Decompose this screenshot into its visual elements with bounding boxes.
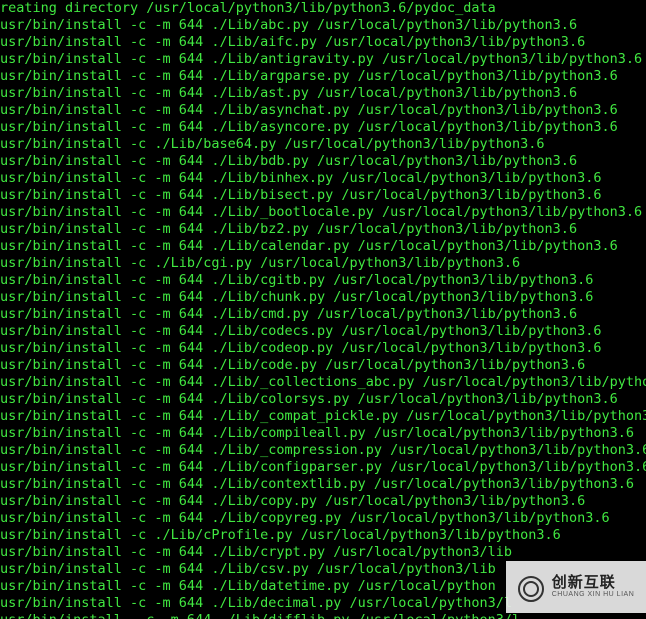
terminal-line: usr/bin/install -c -m 644 ./Lib/code.py … [0,357,646,374]
terminal-line: usr/bin/install -c -m 644 ./Lib/bz2.py /… [0,221,646,238]
watermark-badge: 创新互联 CHUANG XIN HU LIAN [506,561,646,613]
terminal-line: reating directory /usr/local/python3/lib… [0,0,646,17]
terminal-line: usr/bin/install -c -m 644 ./Lib/colorsys… [0,391,646,408]
terminal-line: usr/bin/install -c -m 644 ./Lib/chunk.py… [0,289,646,306]
terminal-line: usr/bin/install -c -m 644 ./Lib/_compres… [0,442,646,459]
terminal-line: usr/bin/install -c -m 644 ./Lib/asyncore… [0,119,646,136]
terminal-line: usr/bin/install -c -m 644 ./Lib/asynchat… [0,102,646,119]
terminal-line: usr/bin/install -c -m 644 ./Lib/antigrav… [0,51,646,68]
terminal-line: usr/bin/install -c -m 644 ./Lib/copyreg.… [0,510,646,527]
watermark-logo-icon [518,573,546,601]
terminal-line: usr/bin/install -c -m 644 ./Lib/argparse… [0,68,646,85]
terminal-line: usr/bin/install -c -m 644 ./Lib/difflib.… [0,612,646,619]
terminal-line: usr/bin/install -c -m 644 ./Lib/copy.py … [0,493,646,510]
terminal-line: usr/bin/install -c -m 644 ./Lib/bdb.py /… [0,153,646,170]
terminal-line: usr/bin/install -c -m 644 ./Lib/_bootloc… [0,204,646,221]
terminal-line: usr/bin/install -c -m 644 ./Lib/configpa… [0,459,646,476]
terminal-line: usr/bin/install -c -m 644 ./Lib/bisect.p… [0,187,646,204]
watermark-text-cn: 创新互联 [552,575,635,592]
terminal-output: reating directory /usr/local/python3/lib… [0,0,646,619]
watermark-text-en: CHUANG XIN HU LIAN [552,591,635,599]
terminal-line: usr/bin/install -c -m 644 ./Lib/aifc.py … [0,34,646,51]
terminal-line: usr/bin/install -c -m 644 ./Lib/cmd.py /… [0,306,646,323]
terminal-line: usr/bin/install -c -m 644 ./Lib/contextl… [0,476,646,493]
terminal-line: usr/bin/install -c -m 644 ./Lib/ast.py /… [0,85,646,102]
terminal-line: usr/bin/install -c ./Lib/cProfile.py /us… [0,527,646,544]
terminal-line: usr/bin/install -c -m 644 ./Lib/crypt.py… [0,544,646,561]
terminal-line: usr/bin/install -c -m 644 ./Lib/_collect… [0,374,646,391]
terminal-line: usr/bin/install -c -m 644 ./Lib/_compat_… [0,408,646,425]
terminal-line: usr/bin/install -c -m 644 ./Lib/compilea… [0,425,646,442]
terminal-line: usr/bin/install -c -m 644 ./Lib/abc.py /… [0,17,646,34]
terminal-line: usr/bin/install -c -m 644 ./Lib/codeop.p… [0,340,646,357]
terminal-line: usr/bin/install -c ./Lib/cgi.py /usr/loc… [0,255,646,272]
terminal-line: usr/bin/install -c -m 644 ./Lib/binhex.p… [0,170,646,187]
terminal-line: usr/bin/install -c -m 644 ./Lib/codecs.p… [0,323,646,340]
terminal-line: usr/bin/install -c -m 644 ./Lib/calendar… [0,238,646,255]
terminal-line: usr/bin/install -c -m 644 ./Lib/cgitb.py… [0,272,646,289]
terminal-line: usr/bin/install -c ./Lib/base64.py /usr/… [0,136,646,153]
